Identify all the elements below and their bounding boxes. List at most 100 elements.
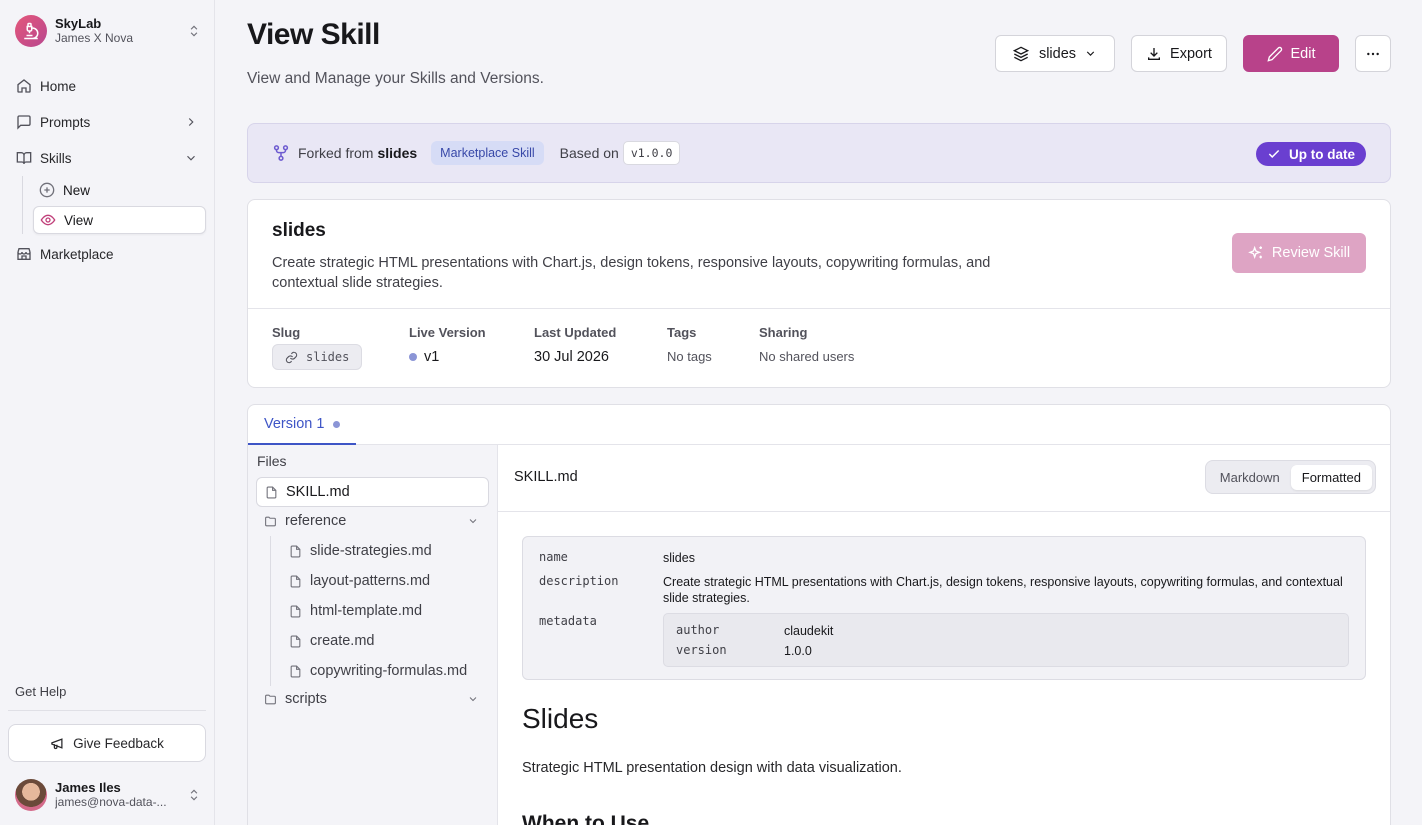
sidebar-item-skills[interactable]: Skills: [8, 142, 206, 174]
markdown-heading-1: Slides: [522, 703, 599, 734]
page-title: View Skill: [247, 18, 380, 51]
file-icon: [290, 635, 301, 647]
sharing-value: No shared users: [759, 349, 855, 364]
last-updated-value: 30 Jul 2026: [534, 349, 609, 365]
status-label: Up to date: [1289, 146, 1355, 162]
fm-value: 1.0.0: [784, 644, 812, 658]
skill-card: slides Create strategic HTML presentatio…: [247, 199, 1391, 388]
status-badge: Up to date: [1256, 142, 1366, 166]
folder-name: reference: [285, 513, 347, 529]
export-button[interactable]: Export: [1131, 35, 1227, 72]
file-name: slide-strategies.md: [310, 543, 432, 559]
eye-icon: [40, 214, 56, 226]
versions-panel: Version 1 Files SKILL.md reference slide…: [247, 404, 1391, 825]
based-on-label: Based on: [559, 145, 619, 161]
folder-reference[interactable]: reference: [256, 506, 489, 536]
fm-value: claudekit: [784, 624, 834, 638]
user-name: James Iles: [55, 780, 121, 795]
sidebar-nav: Home Prompts Skills New View Marketplace: [8, 70, 206, 270]
fm-key: metadata: [539, 614, 597, 628]
message-square-icon: [17, 115, 31, 130]
chevron-down-icon: [187, 155, 195, 161]
fork-source[interactable]: slides: [377, 145, 417, 161]
frontmatter-metadata: author claudekit version 1.0.0: [663, 613, 1349, 667]
frontmatter-block: name slides description Create strategic…: [522, 536, 1366, 680]
sidebar-item-label: New: [63, 182, 91, 198]
file-icon: [290, 605, 301, 617]
sidebar-item-label: Skills: [40, 150, 72, 166]
folder-icon: [265, 694, 276, 704]
files-label: Files: [257, 453, 287, 469]
fm-value: Create strategic HTML presentations with…: [663, 575, 1343, 605]
folder-scripts[interactable]: scripts: [256, 684, 489, 714]
mode-markdown-button[interactable]: Markdown: [1209, 465, 1291, 490]
edit-button[interactable]: Edit: [1243, 35, 1339, 72]
layers-icon: [1012, 46, 1029, 61]
based-on-version: v1.0.0: [622, 141, 681, 165]
more-horizontal-icon: [1367, 52, 1379, 55]
markdown-paragraph: Strategic HTML presentation design with …: [522, 760, 902, 776]
live-dot: [409, 353, 417, 361]
live-version-field: Live Version v1: [409, 325, 486, 365]
file-name: create.md: [310, 633, 375, 649]
sidebar-item-prompts[interactable]: Prompts: [8, 106, 206, 138]
review-skill-button[interactable]: Review Skill: [1232, 233, 1366, 273]
sharing-field: Sharing No shared users: [759, 325, 854, 364]
slug-chip[interactable]: slides: [272, 344, 363, 370]
tab-version-1[interactable]: Version 1: [248, 405, 356, 445]
file-viewer: SKILL.md Markdown Formatted name slides …: [498, 445, 1390, 825]
give-feedback-button[interactable]: Give Feedback: [8, 724, 206, 762]
sidebar-divider: [8, 710, 206, 711]
edit-label: Edit: [1290, 45, 1316, 62]
version-tabs: Version 1: [248, 405, 1390, 445]
file-html-template[interactable]: html-template.md: [281, 596, 489, 626]
fork-info-bar: Forked from slides Marketplace Skill Bas…: [247, 123, 1391, 183]
fm-value: slides: [663, 551, 695, 565]
download-icon: [1148, 47, 1161, 60]
fork-prefix: Forked from: [298, 145, 374, 161]
user-email: james@nova-data-...: [55, 795, 167, 809]
card-divider: [248, 308, 1390, 309]
tags-label: Tags: [667, 325, 697, 340]
file-tree: Files SKILL.md reference slide-strategie…: [248, 445, 498, 825]
viewer-file-name: SKILL.md: [514, 469, 578, 485]
slug-value: slides: [306, 350, 350, 364]
frontmatter-row: description Create strategic HTML presen…: [539, 574, 1343, 606]
mode-formatted-button[interactable]: Formatted: [1290, 464, 1372, 490]
megaphone-icon: [51, 737, 63, 749]
sidebar-item-new[interactable]: New: [33, 176, 206, 204]
skill-name: slides: [272, 220, 326, 241]
file-slide-strategies[interactable]: slide-strategies.md: [281, 536, 489, 566]
microscope-icon: [15, 15, 47, 47]
file-icon: [290, 665, 301, 677]
frontmatter-row: name slides: [539, 550, 695, 566]
skill-description: Create strategic HTML presentations with…: [272, 255, 991, 291]
user-menu[interactable]: James Iles james@nova-data-...: [15, 779, 201, 811]
chevron-down-icon: [469, 697, 477, 702]
feedback-label: Give Feedback: [73, 735, 164, 751]
live-dot: [333, 420, 341, 428]
sidebar-item-marketplace[interactable]: Marketplace: [8, 238, 206, 270]
file-skill-md[interactable]: SKILL.md: [256, 477, 489, 507]
more-options-button[interactable]: [1355, 35, 1391, 72]
main-content: View Skill View and Manage your Skills a…: [215, 0, 1422, 825]
skill-select[interactable]: slides: [995, 35, 1115, 72]
org-switcher[interactable]: SkyLab James X Nova: [15, 15, 201, 47]
last-updated-field: Last Updated 30 Jul 2026: [534, 325, 616, 365]
frontmatter-row: version 1.0.0: [676, 643, 812, 659]
pencil-icon: [1266, 46, 1282, 62]
chevron-down-icon: [469, 519, 477, 524]
store-icon: [17, 248, 31, 260]
file-create[interactable]: create.md: [281, 626, 489, 656]
file-layout-patterns[interactable]: layout-patterns.md: [281, 566, 489, 596]
skills-subnav: New View: [22, 176, 206, 234]
sidebar-item-view[interactable]: View: [33, 206, 206, 234]
sidebar-item-home[interactable]: Home: [8, 70, 206, 102]
sparkles-icon: [1248, 245, 1262, 259]
sidebar-item-label: Marketplace: [40, 246, 114, 262]
get-help-label[interactable]: Get Help: [15, 684, 66, 699]
file-icon: [266, 486, 277, 498]
fm-key: version: [676, 643, 727, 657]
file-copywriting-formulas[interactable]: copywriting-formulas.md: [281, 656, 489, 686]
export-label: Export: [1170, 45, 1212, 62]
